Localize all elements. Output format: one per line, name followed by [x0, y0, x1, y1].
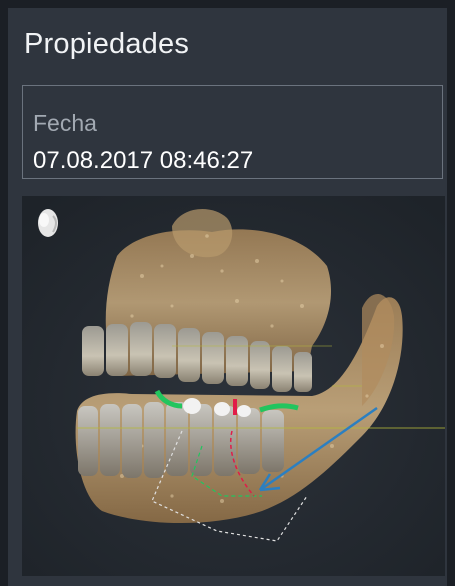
date-field[interactable]: Fecha 07.08.2017 08:46:27 [22, 85, 443, 179]
window-frame-top [0, 0, 455, 8]
properties-panel: Propiedades Fecha 07.08.2017 08:46:27 [8, 8, 447, 586]
date-label: Fecha [33, 110, 97, 136]
window-frame-right [447, 0, 455, 586]
date-value: 07.08.2017 08:46:27 [33, 147, 254, 174]
volume-preview-render [22, 196, 445, 576]
volume-preview[interactable] [22, 196, 445, 576]
window-frame-left [0, 0, 8, 586]
panel-title: Propiedades [24, 28, 190, 60]
lower-teeth [78, 402, 284, 478]
head-orientation-icon[interactable] [38, 209, 58, 237]
